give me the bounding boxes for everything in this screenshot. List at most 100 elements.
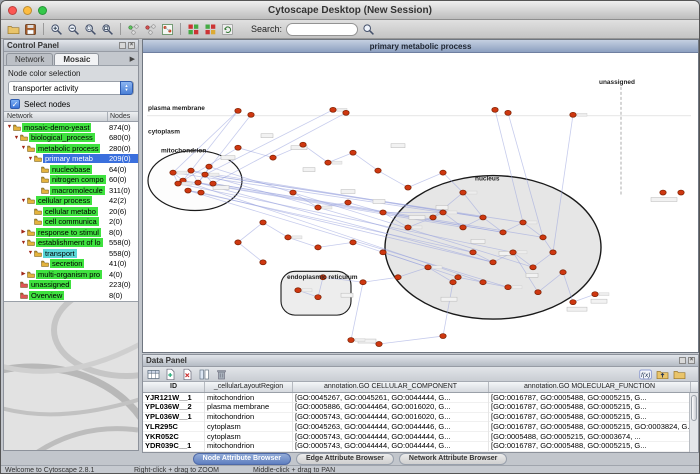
tab-mosaic[interactable]: Mosaic (54, 53, 99, 65)
network-node[interactable] (195, 180, 201, 185)
network-node[interactable] (500, 230, 506, 235)
select-attributes-icon[interactable] (146, 367, 161, 382)
close-panel-icon[interactable]: × (688, 357, 695, 364)
network-node[interactable] (343, 110, 349, 115)
maximize-window-icon[interactable] (38, 6, 47, 15)
network-node[interactable] (510, 250, 516, 255)
search-input[interactable] (286, 23, 358, 36)
network-node[interactable] (430, 215, 436, 220)
network-node[interactable] (440, 170, 446, 175)
float-panel-icon[interactable] (679, 357, 686, 364)
network-node[interactable] (492, 107, 498, 112)
tree-expand-icon[interactable]: ▼ (6, 124, 13, 130)
network-node[interactable] (330, 107, 336, 112)
network-node[interactable] (540, 235, 546, 240)
node-color-dropdown[interactable]: transporter activity ▲▼ (8, 81, 134, 95)
network-node[interactable] (490, 260, 496, 265)
tree-row[interactable]: cellular metabo20(6) (4, 206, 138, 217)
network-node[interactable] (295, 288, 301, 293)
network-node[interactable] (660, 190, 666, 195)
network-node[interactable] (248, 112, 254, 117)
tree-row[interactable]: ▶response to stimul8(0) (4, 227, 138, 238)
zoom-out-icon[interactable] (66, 22, 81, 37)
import-attributes-icon[interactable] (655, 367, 670, 382)
network-node[interactable] (505, 285, 511, 290)
tab-network-attribute-browser[interactable]: Network Attribute Browser (399, 453, 507, 465)
network-node[interactable] (592, 292, 598, 297)
tree-expand-icon[interactable]: ▶ (20, 229, 27, 235)
delete-table-icon[interactable] (214, 367, 229, 382)
network-node[interactable] (235, 145, 241, 150)
tree-row[interactable]: ▼mosaic-demo-yeast874(0) (4, 122, 138, 133)
tree-header-nodes[interactable]: Nodes (108, 112, 138, 121)
tree-row[interactable]: unassigned223(0) (4, 280, 138, 291)
network-node[interactable] (315, 205, 321, 210)
tree-row[interactable]: macromolecule311(0) (4, 185, 138, 196)
delete-attribute-icon[interactable] (180, 367, 195, 382)
network-node[interactable] (260, 260, 266, 265)
network-node[interactable] (348, 338, 354, 343)
overview-thumbnail[interactable] (4, 301, 138, 450)
network-node[interactable] (678, 190, 684, 195)
network-node[interactable] (480, 215, 486, 220)
network-node[interactable] (405, 225, 411, 230)
network-node[interactable] (450, 280, 456, 285)
network-node[interactable] (376, 342, 382, 347)
network-node[interactable] (300, 142, 306, 147)
tree-row[interactable]: ▼cellular process42(2) (4, 196, 138, 207)
network-node[interactable] (560, 270, 566, 275)
tree-row[interactable]: secretion41(0) (4, 259, 138, 270)
network-node[interactable] (395, 275, 401, 280)
network-node[interactable] (570, 112, 576, 117)
tree-row[interactable]: ▼biological_process680(0) (4, 133, 138, 144)
network-node[interactable] (198, 190, 204, 195)
network-node[interactable] (425, 265, 431, 270)
search-go-icon[interactable] (361, 22, 376, 37)
tab-edge-attribute-browser[interactable]: Edge Attribute Browser (296, 453, 394, 465)
mosaic-reset-icon[interactable] (220, 22, 235, 37)
tree-expand-icon[interactable]: ▼ (20, 240, 27, 246)
zoom-fit-icon[interactable] (100, 22, 115, 37)
tree-row[interactable]: cell communica2(0) (4, 217, 138, 228)
export-attributes-icon[interactable] (672, 367, 687, 382)
network-node[interactable] (315, 295, 321, 300)
tree-expand-icon[interactable]: ▼ (13, 135, 20, 141)
network-node[interactable] (550, 250, 556, 255)
network-node[interactable] (235, 108, 241, 113)
network-node[interactable] (380, 250, 386, 255)
zoom-selected-icon[interactable] (83, 22, 98, 37)
tree-row[interactable]: ▼transport558(0) (4, 248, 138, 259)
network-node[interactable] (405, 185, 411, 190)
network-node[interactable] (505, 110, 511, 115)
tree-expand-icon[interactable]: ▼ (27, 156, 34, 162)
network-node[interactable] (210, 181, 216, 186)
network-node[interactable] (290, 190, 296, 195)
tab-node-attribute-browser[interactable]: Node Attribute Browser (193, 453, 291, 465)
attribute-columns-icon[interactable] (197, 367, 212, 382)
tree-row[interactable]: Overview8(0) (4, 290, 138, 301)
tree-row[interactable]: nitrogen compo60(0) (4, 175, 138, 186)
network-node[interactable] (345, 200, 351, 205)
network-node[interactable] (440, 334, 446, 339)
mosaic-layout-icon[interactable] (186, 22, 201, 37)
tree-row[interactable]: nucleobase64(0) (4, 164, 138, 175)
table-scrollbar[interactable] (689, 393, 698, 452)
network-node[interactable] (206, 164, 212, 169)
network-node[interactable] (460, 225, 466, 230)
network-node[interactable] (530, 265, 536, 270)
network-node[interactable] (350, 240, 356, 245)
network-node[interactable] (360, 280, 366, 285)
table-row[interactable]: YDR039C__1mitochondrion[GO:0005743, GO:0… (143, 442, 698, 452)
network-canvas-svg[interactable]: plasma membranecytoplasmmitochondrionnuc… (143, 53, 698, 352)
column-header[interactable]: ID (143, 382, 205, 392)
network-node[interactable] (455, 275, 461, 280)
tree-expand-icon[interactable]: ▼ (20, 145, 27, 151)
network-node[interactable] (375, 168, 381, 173)
network-node[interactable] (235, 240, 241, 245)
formula-builder-icon[interactable]: f(x) (638, 367, 653, 382)
network-node[interactable] (202, 172, 208, 177)
network-overlay-icon[interactable] (160, 22, 175, 37)
network-node[interactable] (570, 300, 576, 305)
zoom-in-icon[interactable] (49, 22, 64, 37)
network-window-title[interactable]: primary metabolic process (143, 40, 698, 53)
